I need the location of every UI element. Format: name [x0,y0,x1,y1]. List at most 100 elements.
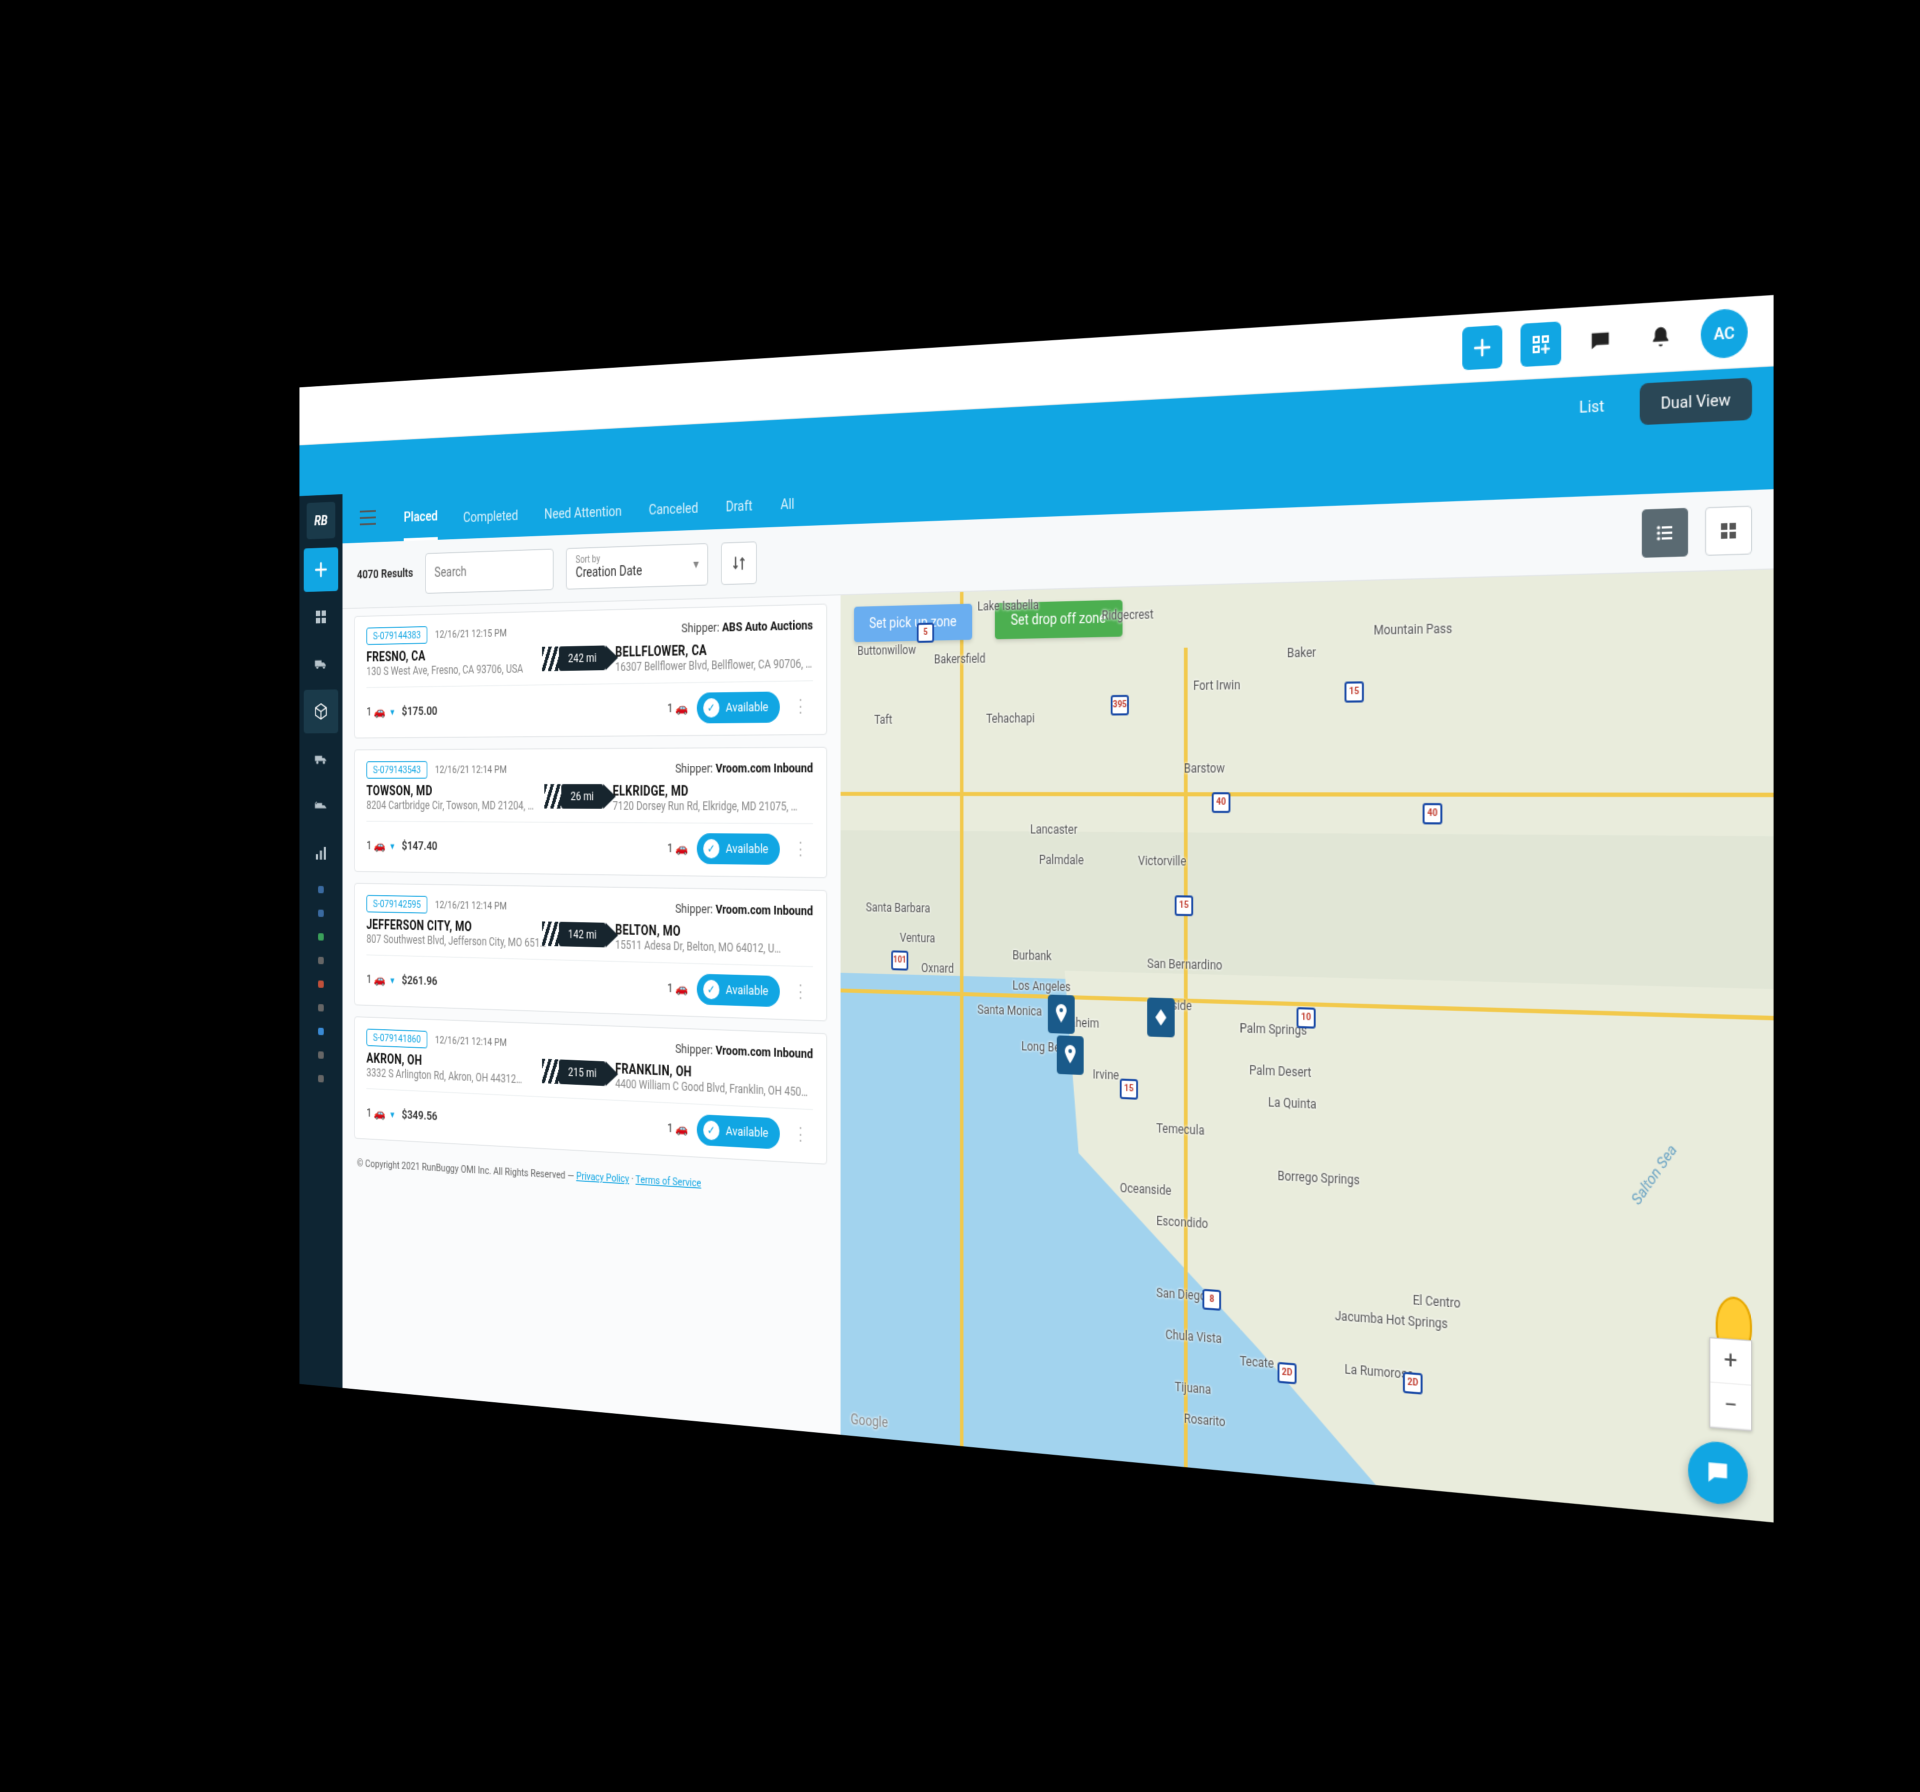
status-dot[interactable] [318,1028,324,1035]
status-dot[interactable] [318,910,324,917]
tab-need-attention[interactable]: Need Attention [544,502,622,535]
link-tos[interactable]: Terms of Service [636,1173,702,1189]
status-dot[interactable] [318,1004,324,1011]
origin-address: 130 S West Ave, Fresno, CA 93706, USA [366,662,549,678]
order-card[interactable]: S-07914259512/16/21 12:14 PMShipper: Vro… [354,883,827,1022]
sidebar-dashboard[interactable] [304,595,338,640]
map[interactable]: Set pick up zone Set drop off zone Lake … [841,570,1774,1523]
status-pill[interactable]: ✓Available [697,691,780,723]
add-button[interactable] [1462,324,1502,369]
map-city-label: Palmdale [1039,853,1084,868]
view-list[interactable]: List [1559,384,1625,429]
dest-address: 7120 Dorsey Run Rd, Elkridge, MD 21075, … [613,799,813,813]
tab-placed[interactable]: Placed [404,507,438,541]
highway-shield-icon: 40 [1423,803,1443,824]
sidebar-shipment-icon[interactable] [304,737,338,781]
map-pin-icon[interactable] [1048,995,1075,1034]
distance-arrow: 26 mi [561,784,603,809]
map-city-label: Tecate [1240,1354,1274,1371]
map-city-label: Santa Barbara [866,900,930,915]
distance-arrow: 142 mi [559,922,606,948]
shipper-label: Shipper: Vroom.com Inbound [675,902,813,919]
vehicle-count-right: 1 🚗 [667,981,688,996]
map-city-label: Lancaster [1030,822,1077,836]
tab-canceled[interactable]: Canceled [649,499,699,532]
sort-direction-button[interactable] [721,541,757,585]
app-logo[interactable]: RB [307,502,336,540]
order-card[interactable]: S-07914438312/16/21 12:15 PMShipper: ABS… [354,604,827,739]
shipper-label: Shipper: Vroom.com Inbound [675,762,813,777]
view-list-button[interactable] [1642,507,1688,557]
map-cluster-icon[interactable] [1147,997,1175,1037]
notifications-icon[interactable] [1640,313,1682,359]
status-pill[interactable]: ✓Available [697,1114,780,1149]
order-timestamp: 12/16/21 12:14 PM [435,1034,507,1049]
zoom-out-button[interactable]: − [1710,1383,1751,1431]
hamburger-icon[interactable] [360,510,376,525]
order-card[interactable]: S-07914186012/16/21 12:14 PMShipper: Vro… [354,1016,827,1164]
grid-add-button[interactable] [1520,321,1561,367]
shipper-label: Shipper: ABS Auto Auctions [681,619,813,637]
order-price: $349.56 [402,1108,438,1124]
map-city-label: Bakersfield [934,652,985,667]
more-actions-icon[interactable]: ⋮ [788,846,813,854]
status-dot[interactable] [318,957,324,964]
view-grid-button[interactable] [1705,505,1752,555]
order-card[interactable]: S-07914354312/16/21 12:14 PMShipper: Vro… [354,747,827,878]
map-pin-icon[interactable] [1057,1035,1084,1075]
sort-select[interactable]: Sort by Creation Date ▾ [566,543,708,590]
messages-icon[interactable] [1580,317,1621,363]
vehicle-count[interactable]: 1 🚗 ▾ [366,839,394,853]
map-city-label: Fort Irwin [1193,678,1240,693]
vehicle-count-right: 1 🚗 [667,841,688,856]
order-id: S-079141860 [366,1029,427,1049]
vehicle-count[interactable]: 1 🚗 ▾ [366,1106,394,1121]
more-actions-icon[interactable]: ⋮ [788,1130,813,1139]
set-pickup-zone-button[interactable]: Set pick up zone [854,604,972,643]
status-dot[interactable] [318,1051,324,1059]
status-dot[interactable] [318,1075,324,1083]
map-city-label: Baker [1287,645,1316,660]
status-dot[interactable] [318,980,324,987]
check-icon: ✓ [703,698,719,717]
avatar[interactable]: AC [1701,307,1748,359]
tab-all[interactable]: All [780,495,794,527]
vehicle-count[interactable]: 1 🚗 ▾ [366,972,394,987]
more-actions-icon[interactable]: ⋮ [788,703,813,711]
chevron-down-icon: ▾ [693,556,699,572]
sidebar-return-icon[interactable] [304,784,338,828]
vehicle-count-right: 1 🚗 [667,701,688,716]
dest-address: 16307 Bellflower Blvd, Bellflower, CA 90… [615,657,813,674]
map-city-label: Tijuana [1175,1380,1211,1397]
sidebar-new[interactable] [304,547,338,592]
status-dot[interactable] [318,933,324,940]
map-city-label: Mountain Pass [1374,621,1453,638]
tab-completed[interactable]: Completed [463,507,518,539]
map-city-label: Barstow [1184,761,1225,776]
link-privacy[interactable]: Privacy Policy [576,1170,629,1185]
sidebar-truck-icon[interactable] [304,642,338,686]
more-actions-icon[interactable]: ⋮ [788,988,813,997]
zoom-in-button[interactable]: + [1710,1338,1751,1385]
vehicle-count-right: 1 🚗 [667,1121,688,1136]
vehicle-count[interactable]: 1 🚗 ▾ [366,705,394,719]
origin-address: 807 Southwest Blvd, Jefferson City, MO 6… [366,932,549,949]
search-input[interactable]: Search [425,548,553,593]
map-city-label: Irvine [1093,1067,1119,1082]
view-dual[interactable]: Dual View [1640,378,1752,426]
zoom-control: + − [1709,1337,1752,1431]
highway-shield-icon: 40 [1212,792,1231,813]
map-city-label: La Quinta [1268,1095,1316,1112]
status-pill[interactable]: ✓Available [697,974,780,1007]
status-pill[interactable]: ✓Available [697,833,780,865]
map-city-label: Victorville [1138,854,1186,869]
sidebar-package-icon[interactable] [304,689,338,733]
order-price: $175.00 [402,704,438,718]
order-timestamp: 12/16/21 12:14 PM [435,764,507,776]
order-id: S-079142595 [366,895,427,914]
order-list[interactable]: S-07914438312/16/21 12:15 PMShipper: ABS… [343,595,841,1434]
sidebar-analytics-icon[interactable] [304,831,338,875]
tab-draft[interactable]: Draft [726,497,753,529]
status-dot[interactable] [318,886,324,893]
check-icon: ✓ [703,1120,719,1140]
